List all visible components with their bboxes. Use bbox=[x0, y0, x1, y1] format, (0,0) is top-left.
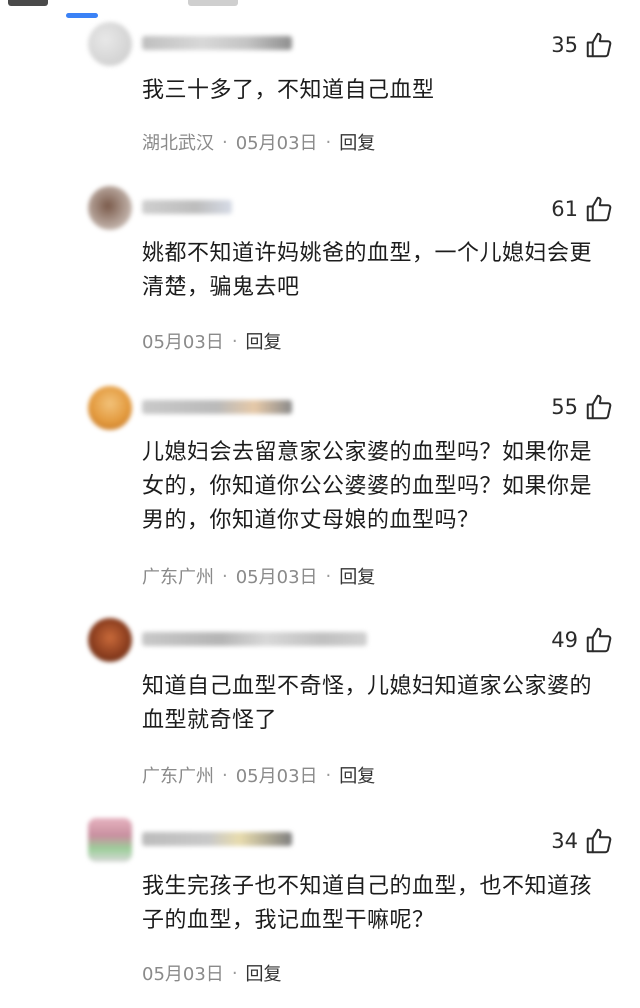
avatar[interactable] bbox=[88, 386, 132, 430]
thumbs-up-icon bbox=[586, 394, 612, 420]
comment-text: 姚都不知道许妈姚爸的血型，一个儿媳妇会更清楚，骗鬼去吧 bbox=[142, 241, 593, 300]
like-button[interactable]: 49 bbox=[551, 625, 614, 655]
username-blurred[interactable] bbox=[142, 832, 292, 846]
comment-text: 我三十多了，不知道自己血型 bbox=[142, 78, 435, 103]
avatar[interactable] bbox=[88, 818, 132, 862]
meta-separator: · bbox=[222, 764, 228, 786]
comment-date: 05月03日 bbox=[235, 766, 318, 787]
avatar[interactable] bbox=[88, 618, 132, 662]
avatar[interactable] bbox=[88, 22, 132, 66]
comment-location: 广东广州 bbox=[142, 766, 214, 787]
active-tab-indicator bbox=[66, 13, 98, 18]
meta-separator: · bbox=[325, 764, 332, 786]
reply-button[interactable]: 回复 bbox=[246, 960, 282, 986]
comment-meta: 05月03日 · 回复 bbox=[142, 960, 282, 986]
comment-meta: 05月03日 · 回复 bbox=[142, 328, 282, 354]
meta-separator: · bbox=[325, 131, 332, 153]
meta-separator: · bbox=[231, 330, 238, 352]
comment-date: 05月03日 bbox=[142, 964, 224, 985]
like-button[interactable]: 35 bbox=[551, 30, 614, 60]
avatar[interactable] bbox=[88, 186, 132, 230]
comment-date: 05月03日 bbox=[235, 567, 318, 588]
reply-button[interactable]: 回复 bbox=[339, 563, 375, 589]
like-button[interactable]: 55 bbox=[551, 392, 614, 422]
comment-text: 知道自己血型不奇怪，儿媳妇知道家公家婆的血型就奇怪了 bbox=[142, 674, 593, 733]
top-tab-bar bbox=[0, 0, 640, 22]
thumbs-up-icon bbox=[586, 196, 612, 222]
thumbs-up-icon bbox=[586, 32, 612, 58]
comment-meta: 广东广州 · 05月03日 · 回复 bbox=[142, 762, 375, 788]
like-count: 35 bbox=[551, 33, 578, 57]
comment-meta: 广东广州 · 05月03日 · 回复 bbox=[142, 563, 375, 589]
reply-button[interactable]: 回复 bbox=[246, 328, 282, 354]
meta-separator: · bbox=[231, 962, 238, 984]
comment-date: 05月03日 bbox=[142, 332, 224, 353]
like-button[interactable]: 34 bbox=[551, 826, 614, 856]
comment-text: 儿媳妇会去留意家公家婆的血型吗？如果你是女的，你知道你公公婆婆的血型吗？如果你是… bbox=[142, 440, 593, 533]
reply-button[interactable]: 回复 bbox=[339, 762, 375, 788]
comment-location: 广东广州 bbox=[142, 567, 214, 588]
like-count: 61 bbox=[551, 197, 578, 221]
thumbs-up-icon bbox=[586, 828, 612, 854]
tab-partial-right[interactable] bbox=[188, 0, 238, 6]
like-button[interactable]: 61 bbox=[551, 194, 614, 224]
username-blurred[interactable] bbox=[142, 36, 292, 50]
comment-meta: 湖北武汉 · 05月03日 · 回复 bbox=[142, 129, 375, 155]
meta-separator: · bbox=[222, 131, 228, 153]
tab-partial-left[interactable] bbox=[8, 0, 48, 6]
meta-separator: · bbox=[222, 565, 228, 587]
thumbs-up-icon bbox=[586, 627, 612, 653]
comment-date: 05月03日 bbox=[235, 133, 318, 154]
like-count: 49 bbox=[551, 628, 578, 652]
username-blurred[interactable] bbox=[142, 200, 232, 214]
reply-button[interactable]: 回复 bbox=[339, 129, 375, 155]
username-blurred[interactable] bbox=[142, 632, 367, 646]
comment-location: 湖北武汉 bbox=[142, 133, 214, 154]
meta-separator: · bbox=[325, 565, 332, 587]
like-count: 34 bbox=[551, 829, 578, 853]
like-count: 55 bbox=[551, 395, 578, 419]
username-blurred[interactable] bbox=[142, 400, 292, 414]
comment-text: 我生完孩子也不知道自己的血型，也不知道孩子的血型，我记血型干嘛呢？ bbox=[142, 874, 593, 933]
